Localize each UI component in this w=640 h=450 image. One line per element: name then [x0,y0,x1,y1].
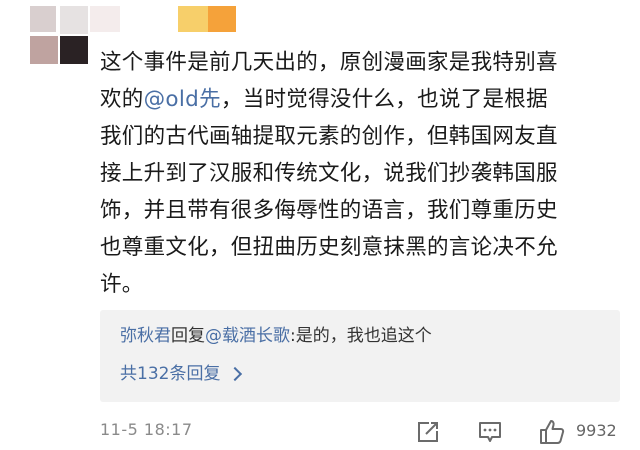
avatar-blur-block [60,36,88,64]
comment-text-segment: 欢的 [100,87,144,112]
share-icon[interactable] [414,418,442,446]
badge-blur-block [208,6,236,32]
reply-verb: 回复 [171,326,205,346]
reply-content: :是的，我也追这个 [290,326,432,346]
comment-body: 这个事件是前几天出的，原创漫画家是我特别喜 欢的@old先，当时觉得没什么，也说… [100,44,620,303]
comment-icon[interactable] [476,418,504,446]
avatar-blur-block [30,36,58,64]
comment-line: 这个事件是前几天出的，原创漫画家是我特别喜 [100,50,558,75]
reply-username[interactable]: 弥秋君 [120,326,171,346]
reply-target-mention[interactable]: @载酒长歌 [205,326,290,346]
view-all-replies-link[interactable]: 共132条回复 [120,362,243,386]
avatar[interactable] [28,0,90,70]
reply-count-label: 共132条回复 [120,364,221,384]
like-count: 9932 [576,421,617,440]
badge-blur-block [178,6,208,32]
username-blur-block [90,6,120,32]
comment-line: 我们的古代画轴提取元素的创作，但韩国网友直 [100,124,558,149]
comment-line: 饰，并且带有很多侮辱性的语言，我们尊重历史 [100,198,558,223]
avatar-blur-block [30,6,56,32]
comment-text-segment: ，当时觉得没什么，也说了是根据 [220,87,548,112]
comment-line: 也尊重文化，但扭曲历史刻意抹黑的言论决不允 [100,235,558,260]
mention-link[interactable]: @old先 [144,87,221,112]
comment-line: 许。 [100,272,144,297]
reply-preview[interactable]: 弥秋君回复@载酒长歌:是的，我也追这个 共132条回复 [100,310,620,402]
comment-footer: 11-5 18:17 9932 [100,418,630,446]
timestamp: 11-5 18:17 [100,420,193,439]
username-header[interactable] [88,0,248,38]
avatar-blur-block [60,6,88,34]
like-icon[interactable] [538,418,566,446]
comment-line: 欢的@old先，当时觉得没什么，也说了是根据 [100,81,620,118]
reply-preview-line: 弥秋君回复@载酒长歌:是的，我也追这个 [120,324,432,348]
comment-line: 接上升到了汉服和传统文化，说我们抄袭韩国服 [100,161,558,186]
chevron-right-icon [228,366,243,382]
